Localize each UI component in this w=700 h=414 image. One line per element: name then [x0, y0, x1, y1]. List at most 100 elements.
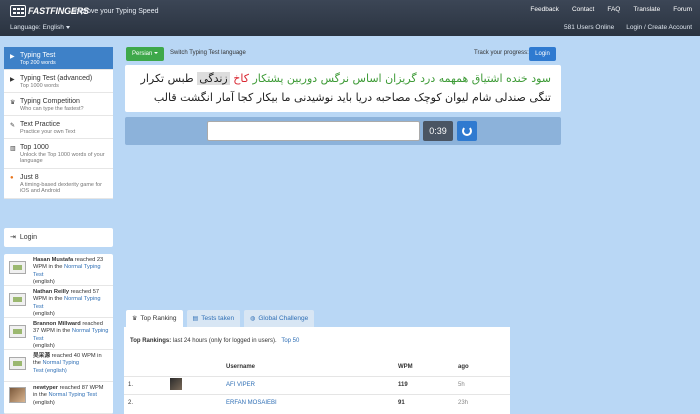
tab-global-challenge[interactable]: ◍ Global Challenge [244, 310, 315, 327]
username-cell: ERFAN MOSAIEBI [226, 393, 398, 412]
chart-icon: ▥ [10, 146, 16, 152]
activity-text: the [33, 360, 41, 367]
activity-text: reached 40 WPM in [51, 353, 102, 359]
table-row: 2. ERFAN MOSAIEBI 91 23h [124, 393, 510, 412]
users-online: 581 Users Online [564, 24, 615, 31]
typing-input[interactable] [207, 121, 420, 141]
rank-cell: 1. [124, 375, 170, 394]
col-username: Username [226, 363, 256, 370]
avatar [9, 325, 26, 338]
activity-test-link[interactable]: Normal Typing [43, 360, 80, 366]
dot-icon: ● [10, 175, 14, 181]
word-line-2: تنگی صندلی شام لیوان کوچک مصاحبه دریا با… [153, 91, 551, 104]
activity-lang: (english) [33, 343, 55, 350]
activity-lang[interactable]: Test (english) [33, 368, 67, 374]
sidebar-item-subtitle: A timing-based dexterity game for iOS an… [20, 182, 102, 195]
activity-text: reached 57 [70, 289, 100, 295]
tab-label: Tests taken [201, 315, 235, 322]
sidebar-item-typing-test-advanced[interactable]: ▶ Typing Test (advanced) Top 1000 words [4, 70, 113, 93]
tab-label: Top Ranking [140, 315, 177, 322]
activity-text: reached 23 [74, 257, 104, 263]
sidebar-item-title: Typing Competition [20, 98, 80, 105]
activity-text: reached 87 WPM [59, 385, 104, 391]
nav-translate[interactable]: Translate [633, 6, 660, 13]
reload-button[interactable] [457, 121, 477, 141]
wpm-cell: 119 [398, 375, 458, 394]
table-header-row: Username WPM ago [124, 358, 510, 376]
keyboard-icon [10, 5, 26, 17]
input-row: 0:39 [125, 117, 561, 145]
activity-user[interactable]: Nathan Reilly [33, 289, 69, 295]
top50-link[interactable]: Top 50 [281, 338, 299, 344]
sidebar-item-title: Typing Test (advanced) [20, 75, 93, 82]
test-language-label: Persian [132, 51, 153, 57]
avatar [9, 261, 26, 274]
col-wpm: WPM [398, 363, 413, 370]
activity-user[interactable]: Hasan Mustafa [33, 257, 73, 263]
activity-user[interactable]: 吴采源 [33, 353, 50, 359]
ranking-header-bold: Top Rankings: [130, 338, 172, 344]
sidebar-item-subtitle: Practice your own Text [20, 129, 76, 135]
tab-tests-taken[interactable]: ▤ Tests taken [186, 310, 241, 327]
sidebar-item-top-1000[interactable]: ▥ Top 1000 Unlock the Top 1000 words of … [4, 139, 113, 169]
table-row: 1. AFI VIPER 119 5h [124, 375, 510, 394]
sidebar-item-typing-test[interactable]: ▶ Typing Test Top 200 words [4, 47, 113, 70]
language-label: Language: English [10, 24, 64, 31]
ranking-header: Top Rankings: last 24 hours (only for lo… [130, 338, 504, 344]
play-icon: ▶ [10, 77, 15, 83]
activity-feed: Hasan Mustafa reached 23 WPM in the Norm… [4, 254, 113, 414]
login-create-link[interactable]: Login / Create Account [626, 24, 692, 31]
activity-lang: (english) [33, 279, 55, 286]
login-icon: ⇥ [10, 234, 16, 241]
activity-user[interactable]: newtyper [33, 385, 58, 391]
avatar[interactable] [170, 378, 182, 390]
language-selector[interactable]: Language: English [10, 24, 70, 31]
sidebar-item-title: Just 8 [20, 174, 39, 181]
refresh-icon [462, 126, 472, 136]
avatar [9, 293, 26, 306]
list-item: Brannon Millward reached 37 WPM in the N… [4, 318, 113, 350]
sidebar-item-text-practice[interactable]: ✎ Text Practice Practice your own Text [4, 116, 113, 139]
rank-cell: 2. [124, 393, 170, 412]
avatar [9, 357, 26, 370]
nav-contact[interactable]: Contact [572, 6, 594, 13]
trophy-icon: ♛ [10, 100, 16, 106]
sidebar-item-subtitle: Unlock the Top 1000 words of your langua… [20, 152, 105, 165]
sidebar-item-title: Typing Test [20, 52, 56, 59]
timer: 0:39 [423, 121, 453, 141]
current-word: زندگی [197, 72, 230, 85]
word-display: سود خنده اشتیاق همهمه درد گریزان اساس نر… [125, 65, 561, 112]
sidebar: ▶ Typing Test Top 200 words ▶ Typing Tes… [4, 47, 113, 199]
avatar-cell [170, 393, 226, 412]
sidebar-item-subtitle: Top 200 words [20, 60, 56, 66]
avatar-cell [170, 375, 226, 394]
ranking-panel: Top Rankings: last 24 hours (only for lo… [124, 327, 510, 414]
activity-test-link[interactable]: Normal Typing Test [49, 392, 97, 398]
globe-icon: ◍ [250, 316, 256, 322]
login-button[interactable]: Login [529, 47, 556, 61]
activity-lang: (english) [33, 399, 55, 406]
ranking-tabs: ♛ Top Ranking ▤ Tests taken ◍ Global Challe… [126, 310, 315, 327]
sidebar-item-typing-competition[interactable]: ♛ Typing Competition Who can type the fa… [4, 93, 113, 116]
activity-text: in the [33, 392, 47, 399]
error-word: کاخ [233, 72, 249, 85]
activity-text: WPM in the [33, 296, 63, 303]
sidebar-login[interactable]: ⇥ Login [4, 228, 113, 247]
list-item: newtyper reached 87 WPM in the Normal Ty… [4, 382, 113, 414]
trophy-icon: ♛ [132, 316, 138, 322]
nav-feedback[interactable]: Feedback [530, 6, 559, 13]
user-status: 581 Users Online Login / Create Account [564, 24, 692, 31]
tab-top-ranking[interactable]: ♛ Top Ranking [126, 310, 183, 327]
activity-text: WPM in the [33, 264, 63, 271]
sidebar-login-label: Login [19, 234, 38, 241]
ranking-header-text: last 24 hours (only for logged in users)… [172, 338, 277, 344]
test-language-button[interactable]: Persian [126, 47, 165, 61]
username-link[interactable]: AFI VIPER [226, 382, 255, 388]
nav-forum[interactable]: Forum [673, 6, 692, 13]
username-link[interactable]: ERFAN MOSAIEBI [226, 400, 277, 406]
list-item: Nathan Reilly reached 57 WPM in the Norm… [4, 286, 113, 318]
nav-faq[interactable]: FAQ [607, 6, 620, 13]
sidebar-item-just-8[interactable]: ● Just 8 A timing-based dexterity game f… [4, 169, 113, 199]
activity-user[interactable]: Brannon Millward [33, 321, 81, 327]
typed-words: سود خنده اشتیاق همهمه درد گریزان اساس نر… [252, 72, 551, 85]
